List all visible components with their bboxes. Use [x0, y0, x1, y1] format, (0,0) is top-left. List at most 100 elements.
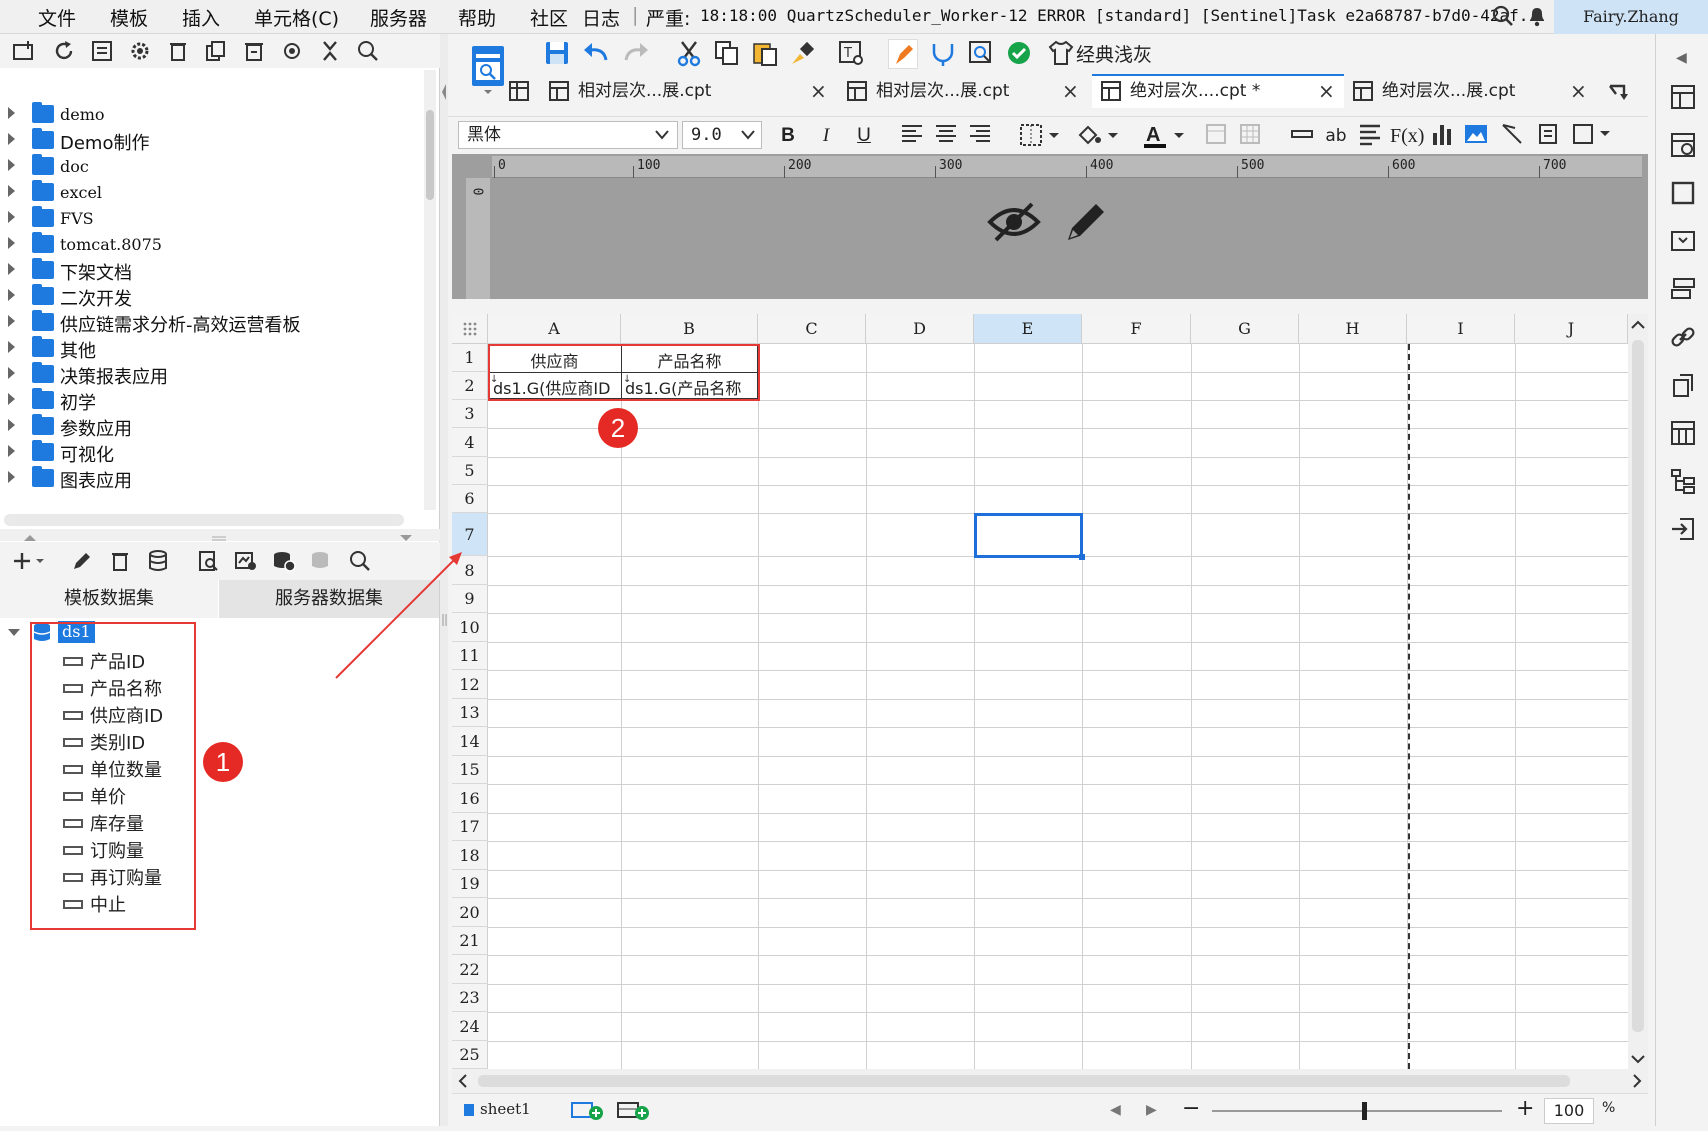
preview-icon[interactable] — [196, 549, 220, 573]
column-header-j[interactable]: J — [1515, 314, 1628, 344]
close-icon[interactable]: × — [1062, 74, 1079, 108]
import-icon[interactable] — [1670, 516, 1696, 547]
column-header-i[interactable]: I — [1407, 314, 1515, 344]
tree-folder[interactable]: 二次开发 — [0, 284, 425, 310]
save-icon[interactable] — [544, 40, 570, 71]
zoom-input[interactable]: 100 — [1544, 1098, 1594, 1124]
plugin-icon[interactable] — [930, 40, 956, 71]
column-header-f[interactable]: F — [1082, 314, 1191, 344]
tab-server-dataset[interactable]: 服务器数据集 — [219, 580, 439, 618]
row-header[interactable]: 21 — [452, 927, 488, 955]
tree-folder[interactable]: 图表应用 — [0, 466, 425, 492]
selected-cell-e7[interactable] — [974, 513, 1083, 558]
tree-folder[interactable]: demo — [0, 102, 425, 128]
row-header[interactable]: 11 — [452, 642, 488, 670]
sheet-horizontal-scrollbar[interactable] — [452, 1069, 1648, 1093]
doc-tab-1[interactable]: 相对层次...展.cpt — [578, 74, 711, 108]
row-header[interactable]: 7 — [452, 513, 488, 556]
expand-arrow-icon[interactable] — [8, 263, 15, 275]
row-header[interactable]: 12 — [452, 670, 488, 699]
align-center-icon[interactable] — [932, 123, 960, 149]
lock-file-icon[interactable] — [242, 39, 266, 63]
search-icon[interactable] — [356, 39, 380, 63]
add-dataset-icon[interactable] — [12, 549, 48, 573]
expand-arrow-icon[interactable] — [8, 341, 15, 353]
sheet-tab[interactable]: sheet1 — [480, 1100, 531, 1118]
new-folder-icon[interactable] — [12, 39, 36, 63]
tree-folder[interactable]: 决策报表应用 — [0, 362, 425, 388]
paragraph-icon[interactable] — [1356, 123, 1384, 149]
row-header[interactable]: 8 — [452, 556, 488, 585]
tree-folder[interactable]: 供应链需求分析-高效运营看板 — [0, 310, 425, 336]
add-sheet-icon[interactable] — [570, 1099, 606, 1126]
spreadsheet-grid[interactable]: A B C D E F G H I J 1 2 3 4 5 6 7 8 9 10… — [452, 314, 1628, 1069]
next-sheet-icon[interactable]: ▶ — [1146, 1102, 1157, 1118]
tab-list-icon[interactable] — [1608, 82, 1630, 107]
close-icon[interactable]: × — [810, 74, 827, 108]
tree-structure-icon[interactable] — [1670, 468, 1696, 499]
expand-arrow-icon[interactable] — [8, 237, 15, 249]
row-header[interactable]: 9 — [452, 585, 488, 613]
menu-template[interactable]: 模板 — [110, 4, 148, 31]
report-grid-icon[interactable] — [1670, 420, 1696, 451]
user-name[interactable]: Fairy.Zhang — [1554, 0, 1708, 34]
expand-arrow-icon[interactable] — [8, 159, 15, 171]
pencil-icon[interactable] — [1062, 198, 1110, 251]
bold-button[interactable]: B — [774, 123, 802, 149]
collapse-icon[interactable] — [318, 39, 342, 63]
scroll-thumb[interactable] — [426, 110, 434, 200]
frame-icon[interactable] — [1670, 180, 1696, 211]
paste-icon[interactable] — [752, 40, 778, 71]
image-icon[interactable] — [1462, 123, 1490, 149]
row-header[interactable]: 5 — [452, 457, 488, 485]
theme-shirt-icon[interactable] — [1048, 40, 1074, 71]
report-canvas[interactable]: 0 100 200 300 400 500 600 700 0 — [452, 154, 1648, 299]
expand-arrow-icon[interactable] — [8, 393, 15, 405]
formula-icon[interactable]: F(x) — [1390, 123, 1424, 149]
tree-folder[interactable]: 初学 — [0, 388, 425, 414]
undo-icon[interactable] — [582, 42, 610, 69]
condition-icon[interactable] — [1670, 276, 1696, 307]
row-header[interactable]: 3 — [452, 400, 488, 428]
sheet-vertical-scrollbar[interactable] — [1628, 314, 1648, 1069]
expand-arrow-icon[interactable] — [8, 445, 15, 457]
tree-folder[interactable]: Demo制作 — [0, 128, 425, 154]
doc-tab-3-active[interactable]: 绝对层次....cpt * — [1130, 74, 1260, 108]
refresh-icon[interactable] — [52, 39, 76, 63]
text-wrap-icon[interactable]: ab — [1322, 123, 1350, 149]
row-header[interactable]: 17 — [452, 813, 488, 841]
font-color-icon[interactable]: A — [1140, 123, 1190, 149]
column-header-b[interactable]: B — [621, 314, 758, 344]
delete-icon[interactable] — [166, 39, 190, 63]
expand-arrow-icon[interactable] — [8, 367, 15, 379]
expand-arrow-icon[interactable] — [8, 107, 15, 119]
row-header[interactable]: 22 — [452, 955, 488, 984]
tree-folder[interactable]: 可视化 — [0, 440, 425, 466]
align-left-icon[interactable] — [898, 123, 926, 149]
border-icon[interactable] — [1016, 123, 1066, 149]
row-header[interactable]: 16 — [452, 784, 488, 813]
column-header-a[interactable]: A — [488, 314, 621, 344]
menu-cell[interactable]: 单元格(C) — [254, 4, 339, 31]
cell-element-icon[interactable] — [1570, 123, 1616, 149]
template-preview-icon[interactable] — [470, 44, 506, 101]
bar-chart-icon[interactable] — [1428, 123, 1456, 149]
zoom-slider-handle[interactable] — [1362, 1102, 1367, 1120]
row-header[interactable]: 4 — [452, 428, 488, 457]
collapse-panel-icon[interactable]: ◀ — [1676, 50, 1687, 66]
hide-eye-icon[interactable] — [987, 200, 1041, 249]
row-header[interactable]: 23 — [452, 984, 488, 1012]
dataset-params-icon[interactable] — [234, 549, 258, 573]
tree-folder[interactable]: FVS — [0, 206, 425, 232]
tree-folder[interactable]: 参数应用 — [0, 414, 425, 440]
edit-icon[interactable] — [70, 549, 94, 573]
theme-label[interactable]: 经典浅灰 — [1076, 40, 1152, 67]
hyperlink-icon[interactable] — [1670, 324, 1696, 355]
menu-help[interactable]: 帮助 — [458, 4, 496, 31]
locate-icon[interactable] — [280, 39, 304, 63]
bell-icon[interactable] — [1526, 5, 1548, 32]
database-icon[interactable] — [146, 549, 170, 573]
expand-arrow-icon[interactable] — [8, 289, 15, 301]
tab-template-dataset[interactable]: 模板数据集 — [0, 580, 218, 618]
close-icon[interactable]: × — [1570, 74, 1587, 108]
